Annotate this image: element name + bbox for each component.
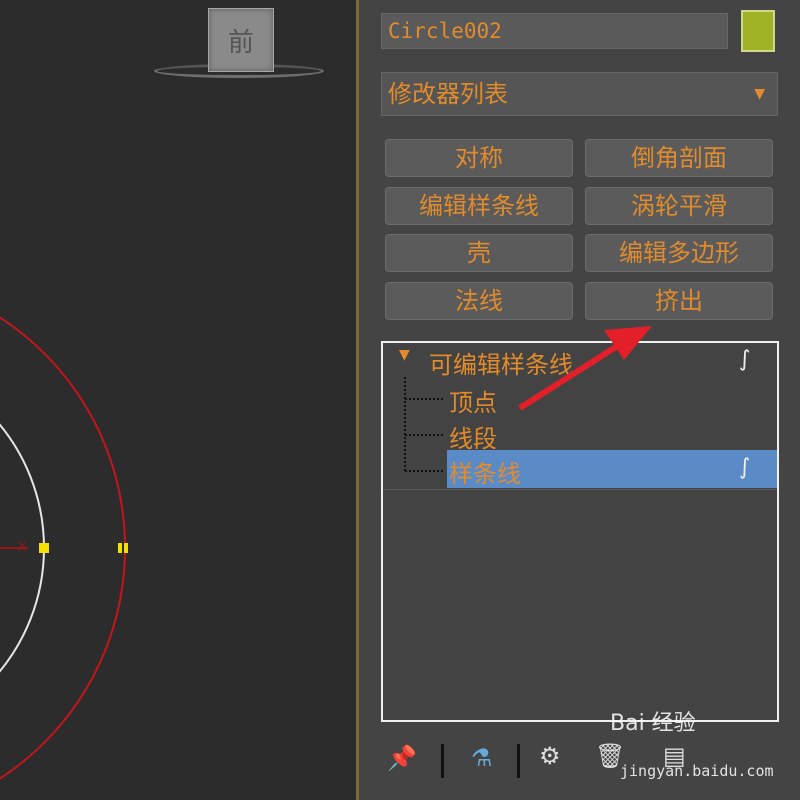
config-icon[interactable]: ⚙ xyxy=(539,742,561,770)
watermark-site: jingyan.baidu.com xyxy=(620,762,774,780)
toolbar-separator xyxy=(441,744,444,778)
annotation-arrow xyxy=(518,326,652,411)
pin-icon[interactable]: 📌 xyxy=(387,744,417,772)
toolbar-separator xyxy=(517,744,520,778)
watermark-brand: Bai 经验 xyxy=(610,711,696,736)
test-tube-icon[interactable]: ⚗ xyxy=(471,744,493,772)
